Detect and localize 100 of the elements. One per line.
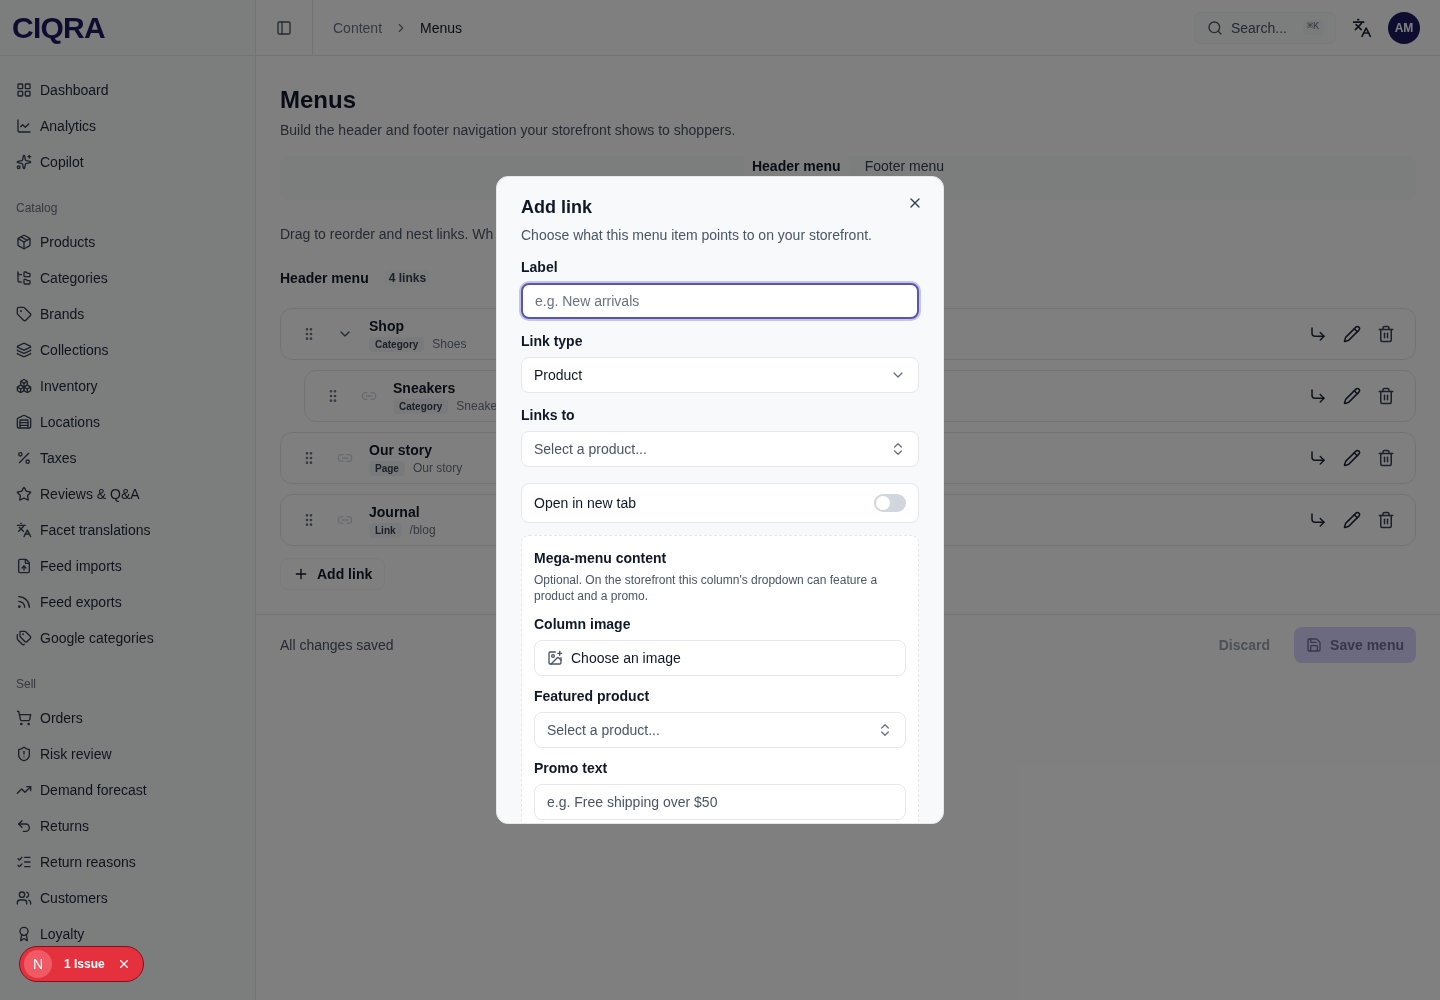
field-label: Column image bbox=[534, 615, 632, 634]
users-icon bbox=[16, 890, 32, 906]
dialog-title: Add link bbox=[521, 196, 592, 219]
sidebar-item[interactable]: Loyalty bbox=[40, 924, 85, 944]
links-to-select[interactable]: Select a product... bbox=[521, 431, 919, 467]
menu-item-title: Journal bbox=[369, 503, 421, 522]
indent-icon[interactable] bbox=[1309, 511, 1327, 529]
search-field[interactable]: Search... ⌘K bbox=[1193, 11, 1336, 44]
type-badge: Link bbox=[369, 522, 402, 538]
file-icon bbox=[16, 558, 32, 574]
menu-item-target: Our story bbox=[412, 460, 463, 476]
sidebar-item[interactable]: Feed imports bbox=[40, 556, 122, 576]
warehouse-icon bbox=[16, 414, 32, 430]
delete-icon[interactable] bbox=[1377, 325, 1395, 343]
sidebar-item[interactable]: Reviews & Q&A bbox=[40, 484, 140, 504]
section-heading: Sell bbox=[16, 676, 37, 692]
sidebar-item[interactable]: Taxes bbox=[40, 448, 77, 468]
award-icon bbox=[16, 926, 32, 942]
sidebar-item[interactable]: Brands bbox=[40, 304, 85, 324]
menu-item-target: /blog bbox=[409, 522, 436, 538]
sidebar-item[interactable]: Dashboard bbox=[40, 80, 109, 100]
tag-icon bbox=[16, 306, 32, 322]
sidebar-item[interactable]: Returns bbox=[40, 816, 90, 836]
search-icon bbox=[1206, 19, 1223, 36]
tree-icon bbox=[16, 270, 32, 286]
translate-icon bbox=[16, 522, 32, 538]
brand-logo[interactable]: CIQRA bbox=[12, 5, 105, 50]
indent-icon[interactable] bbox=[1309, 325, 1327, 343]
edit-icon[interactable] bbox=[1343, 387, 1361, 405]
link-type-select[interactable]: Product bbox=[521, 357, 919, 393]
field-label: Links to bbox=[521, 406, 576, 425]
tags-icon bbox=[16, 630, 32, 646]
sidebar-item[interactable]: Google categories bbox=[40, 628, 154, 648]
sidebar-item[interactable]: Facet translations bbox=[40, 520, 151, 540]
page-subtitle: Build the header and footer navigation your storefront shows to shoppers. bbox=[280, 121, 737, 140]
tab[interactable]: Footer menu bbox=[856, 156, 953, 176]
sidebar-item[interactable]: Feed exports bbox=[40, 592, 122, 612]
dialog-description: Choose what this menu item points to on your storefront. bbox=[521, 226, 873, 245]
sidebar-item[interactable]: Analytics bbox=[40, 116, 97, 136]
star-icon bbox=[16, 486, 32, 502]
page-title: Menus bbox=[280, 85, 357, 115]
sidebar-item[interactable]: Copilot bbox=[40, 152, 84, 172]
shield-icon bbox=[16, 746, 32, 762]
image-plus-icon bbox=[547, 650, 563, 666]
delete-icon[interactable] bbox=[1377, 511, 1395, 529]
delete-icon[interactable] bbox=[1377, 449, 1395, 467]
edit-icon[interactable] bbox=[1343, 511, 1361, 529]
hint-text: Drag to reorder and nest links. Wh bbox=[280, 225, 494, 244]
indent-icon[interactable] bbox=[1309, 387, 1327, 405]
toggle-label: Open in new tab bbox=[534, 494, 636, 513]
sidebar-toggle-icon[interactable] bbox=[276, 19, 292, 36]
field-label: Label bbox=[521, 258, 559, 277]
label-input[interactable]: e.g. New arrivals bbox=[521, 283, 919, 319]
sidebar-item[interactable]: Return reasons bbox=[40, 852, 136, 872]
sidebar-item[interactable]: Collections bbox=[40, 340, 109, 360]
menu-title: Header menu bbox=[280, 269, 369, 288]
line-chart-icon bbox=[16, 118, 32, 134]
translate-icon[interactable] bbox=[1352, 17, 1372, 38]
type-badge: Page bbox=[369, 460, 405, 476]
sidebar-item[interactable]: Categories bbox=[40, 268, 108, 288]
menu-item-target: Sneake bbox=[456, 398, 498, 414]
indent-icon[interactable] bbox=[1309, 449, 1327, 467]
field-label: Promo text bbox=[534, 759, 609, 778]
promo-text-input[interactable]: e.g. Free shipping over $50 bbox=[534, 784, 906, 820]
edit-icon[interactable] bbox=[1343, 449, 1361, 467]
sidebar-item[interactable]: Locations bbox=[40, 412, 100, 432]
sidebar-item[interactable]: Customers bbox=[40, 888, 108, 908]
checklist-icon bbox=[16, 854, 32, 870]
issue-letter: N bbox=[24, 950, 52, 978]
choose-image-button[interactable]: Choose an image bbox=[534, 640, 906, 676]
sidebar-item[interactable]: Orders bbox=[40, 708, 83, 728]
sidebar-item[interactable]: Risk review bbox=[40, 744, 112, 764]
undo-icon bbox=[16, 818, 32, 834]
breadcrumb-item: Menus bbox=[420, 18, 463, 38]
cart-icon bbox=[16, 710, 32, 726]
delete-icon[interactable] bbox=[1377, 387, 1395, 405]
grid-icon bbox=[16, 82, 32, 98]
section-heading: Catalog bbox=[16, 200, 59, 216]
new-tab-switch[interactable] bbox=[874, 494, 906, 512]
add-link-button[interactable]: Add link bbox=[280, 558, 386, 590]
issue-badge[interactable]: N 1 Issue bbox=[19, 946, 144, 982]
search-placeholder: Search... bbox=[1230, 18, 1287, 38]
breadcrumb-item[interactable]: Content bbox=[333, 17, 383, 38]
featured-product-select[interactable]: Select a product... bbox=[534, 712, 906, 748]
rss-icon bbox=[16, 594, 32, 610]
type-badge: Category bbox=[393, 398, 449, 414]
layers-icon bbox=[16, 342, 32, 358]
percent-icon bbox=[16, 450, 32, 466]
issue-count: 1 Issue bbox=[64, 956, 105, 972]
menu-item-title: Our story bbox=[369, 441, 433, 460]
user-avatar[interactable]: AM bbox=[1388, 11, 1420, 44]
field-label: Featured product bbox=[534, 687, 651, 706]
sidebar-item[interactable]: Demand forecast bbox=[40, 780, 147, 800]
boxes-icon bbox=[16, 378, 32, 394]
sparkles-icon bbox=[16, 154, 32, 170]
menu-item-title: Shop bbox=[369, 317, 405, 336]
edit-icon[interactable] bbox=[1343, 325, 1361, 343]
menu-item-title: Sneakers bbox=[393, 379, 457, 398]
sidebar-item[interactable]: Products bbox=[40, 232, 96, 252]
sidebar-item[interactable]: Inventory bbox=[40, 376, 98, 396]
